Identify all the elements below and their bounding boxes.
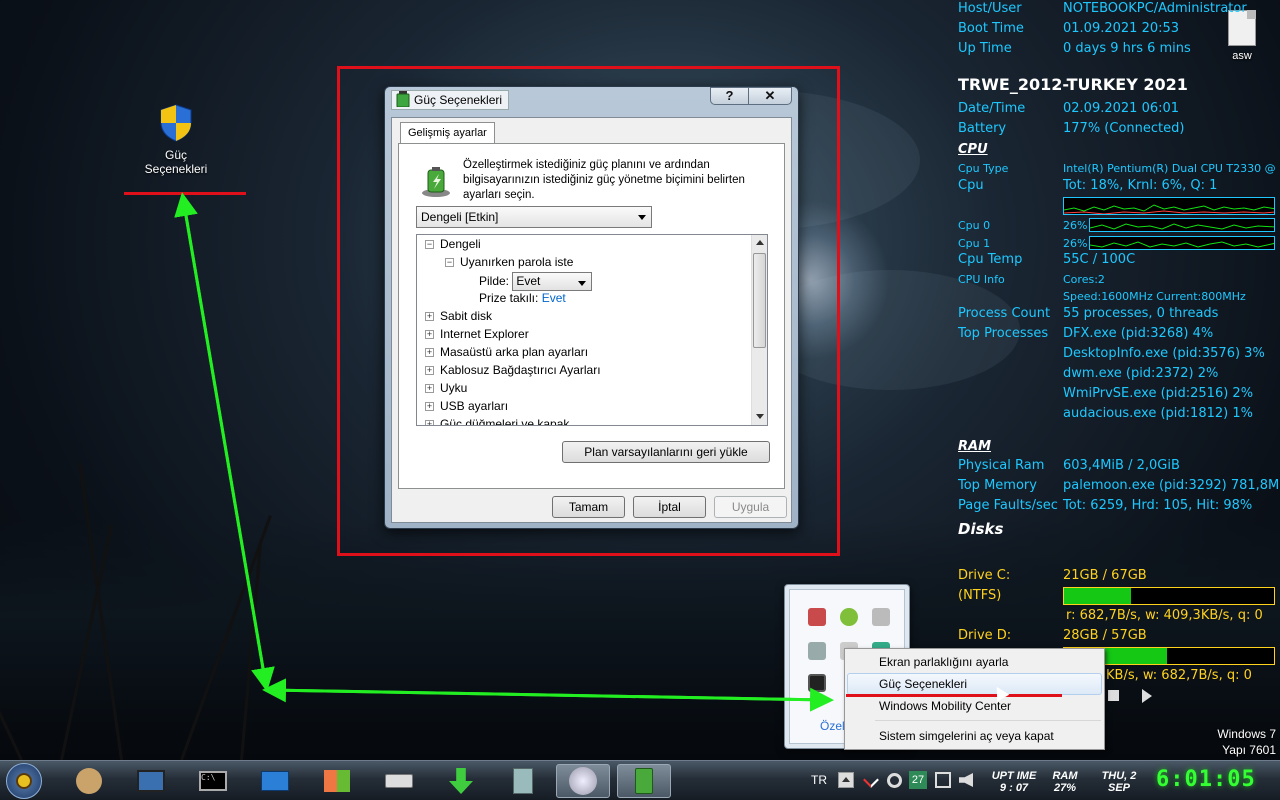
annotation-arrows bbox=[174, 192, 834, 712]
taskbar-recycle-bin[interactable] bbox=[496, 764, 550, 798]
language-indicator[interactable]: TR bbox=[811, 773, 827, 787]
taskbar-powershell[interactable] bbox=[248, 764, 302, 798]
date-weekday: THU, 2 bbox=[1101, 770, 1137, 782]
start-orb-icon bbox=[16, 773, 32, 789]
watermark-line: Yapı 7601 bbox=[1222, 743, 1276, 757]
computer-icon bbox=[137, 770, 165, 792]
drive-icon bbox=[385, 774, 413, 788]
windows-flag-icon bbox=[324, 770, 350, 792]
calendar-badge[interactable]: 27 bbox=[909, 771, 927, 789]
ram-label: RAM bbox=[1052, 770, 1078, 782]
taskbar: C:\ TR 27 UPT IME 9 : 07 RAM 27% THU, 2 … bbox=[0, 760, 1280, 800]
powershell-icon bbox=[261, 771, 289, 791]
chevron-up-icon bbox=[842, 777, 850, 782]
taskbar-update[interactable] bbox=[434, 764, 488, 798]
watermark-line: Windows 7 bbox=[1217, 727, 1276, 741]
windows-watermark: Windows 7 Yapı 7601 bbox=[1176, 726, 1276, 758]
taskbar-users[interactable] bbox=[62, 764, 116, 798]
taskbar-computer[interactable] bbox=[124, 764, 178, 798]
ram-widget: RAM 27% bbox=[1046, 770, 1084, 794]
taskbar-moon[interactable] bbox=[556, 764, 610, 798]
digital-clock[interactable]: 6:01:05 bbox=[1156, 767, 1256, 792]
taskbar-power-options[interactable] bbox=[617, 764, 671, 798]
taskbar-drive[interactable] bbox=[372, 764, 426, 798]
recycle-bin-icon bbox=[513, 768, 533, 794]
uptime-label: UPT IME bbox=[991, 770, 1037, 782]
uptime-value: 9 : 07 bbox=[999, 782, 1029, 794]
cmd-icon: C:\ bbox=[199, 771, 227, 791]
ram-value: 27% bbox=[1053, 782, 1077, 794]
anchor-icon[interactable] bbox=[863, 772, 879, 788]
taskbar-windows[interactable] bbox=[310, 764, 364, 798]
start-button[interactable] bbox=[6, 763, 42, 799]
battery-icon bbox=[635, 768, 653, 794]
taskbar-cmd[interactable]: C:\ bbox=[186, 764, 240, 798]
network-icon[interactable] bbox=[935, 772, 951, 788]
date-widget[interactable]: THU, 2 SEP bbox=[1094, 770, 1144, 794]
date-month: SEP bbox=[1107, 782, 1130, 794]
users-icon bbox=[76, 768, 102, 794]
uptime-widget: UPT IME 9 : 07 bbox=[986, 770, 1042, 794]
moon-icon bbox=[569, 767, 597, 795]
download-arrow-icon bbox=[449, 768, 473, 794]
volume-icon[interactable] bbox=[959, 773, 973, 787]
show-hidden-icons-button[interactable] bbox=[838, 772, 854, 788]
record-icon[interactable] bbox=[887, 773, 902, 788]
